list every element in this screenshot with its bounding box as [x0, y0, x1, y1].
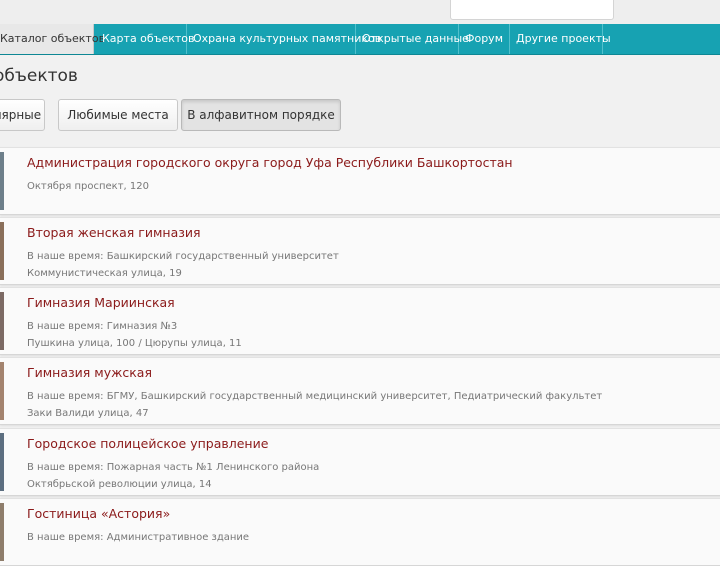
object-current-use: В наше время: БГМУ, Башкирский государст… — [27, 391, 603, 402]
object-current-use: В наше время: Пожарная часть №1 Ленинско… — [27, 462, 320, 473]
object-card[interactable]: Гостиница «Астория» В наше время: Админи… — [0, 498, 720, 566]
object-thumbnail — [0, 292, 4, 350]
object-current-use: В наше время: Гимназия №3 — [27, 321, 178, 332]
object-address: Коммунистическая улица, 19 — [27, 268, 182, 279]
page-title: объектов — [0, 66, 78, 86]
sort-alphabetical-button[interactable]: В алфавитном порядке — [181, 99, 341, 131]
object-thumbnail — [0, 152, 4, 210]
object-title-link[interactable]: Городское полицейское управление — [27, 436, 268, 451]
nav-item-map[interactable]: Карта объектов — [96, 24, 195, 54]
object-thumbnail — [0, 222, 4, 280]
nav-item-open-data[interactable]: Открытые данные — [356, 24, 469, 54]
object-address: Заки Валиди улица, 47 — [27, 408, 149, 419]
object-thumbnail — [0, 503, 4, 561]
object-thumbnail — [0, 362, 4, 420]
nav-item-other-projects[interactable]: Другие проекты — [510, 24, 611, 54]
object-title-link[interactable]: Администрация городского округа город Уф… — [27, 155, 513, 170]
object-card[interactable]: Гимназия Мариинская В наше время: Гимназ… — [0, 287, 720, 355]
object-card[interactable]: Администрация городского округа город Уф… — [0, 147, 720, 215]
object-card[interactable]: Вторая женская гимназия В наше время: Ба… — [0, 217, 720, 285]
nav-item-heritage-protection[interactable]: Охрана культурных памятников — [187, 24, 381, 54]
object-thumbnail — [0, 433, 4, 491]
top-strip — [0, 0, 720, 24]
object-title-link[interactable]: Гимназия Мариинская — [27, 295, 175, 310]
nav-item-forum[interactable]: Форум — [459, 24, 510, 54]
object-title-link[interactable]: Гимназия мужская — [27, 365, 152, 380]
object-title-link[interactable]: Гостиница «Астория» — [27, 506, 170, 521]
object-card[interactable]: Гимназия мужская В наше время: БГМУ, Баш… — [0, 357, 720, 425]
object-current-use: В наше время: Административное здание — [27, 532, 250, 543]
sort-favorites-button[interactable]: Любимые места — [58, 99, 178, 131]
object-address: Октября проспект, 120 — [27, 181, 149, 192]
object-address: Октябрьской революции улица, 14 — [27, 479, 212, 490]
object-title-link[interactable]: Вторая женская гимназия — [27, 225, 201, 240]
object-card[interactable]: Городское полицейское управление В наше … — [0, 428, 720, 496]
main-navbar: Каталог объектов Карта объектов Охрана к… — [0, 24, 720, 55]
object-address: Пушкина улица, 100 / Цюрупы улица, 11 — [27, 338, 242, 349]
sort-popular-button[interactable]: лярные — [0, 99, 45, 131]
search-box[interactable] — [450, 0, 614, 20]
object-current-use: В наше время: Башкирский государственный… — [27, 251, 339, 262]
nav-item-catalog[interactable]: Каталог объектов — [0, 24, 105, 54]
